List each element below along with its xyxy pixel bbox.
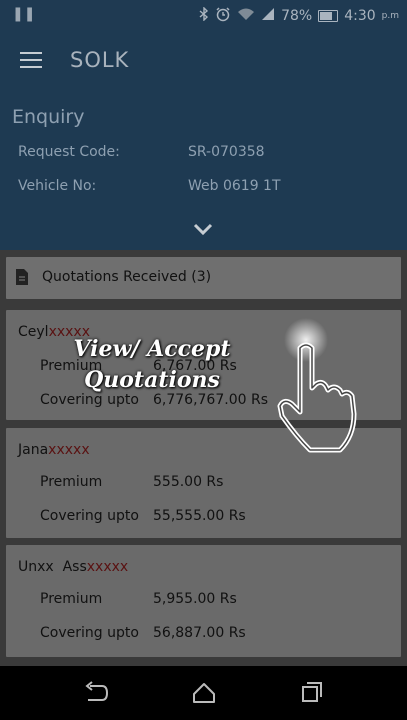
bluetooth-icon	[199, 6, 209, 25]
back-icon[interactable]	[82, 680, 110, 706]
covering-value: 56,887.00 Rs	[153, 625, 246, 641]
pause-icon: ❚❚	[12, 6, 36, 22]
enquiry-section: Enquiry Request Code: SR-070358 Vehicle …	[0, 92, 407, 250]
vehicle-no-value: Web 0619 1T	[188, 178, 281, 194]
covering-label: Covering upto	[40, 625, 139, 641]
document-icon	[16, 269, 28, 285]
signal-icon	[261, 7, 275, 25]
overlay-line-2: Quotations	[84, 367, 220, 393]
app-bar: SOLK	[0, 30, 407, 92]
recent-apps-icon[interactable]	[298, 680, 326, 706]
clock: 4:30	[344, 8, 376, 24]
overlay-line-1: View/ Accept	[73, 336, 231, 362]
company-name: Unxx Assxxxxx	[18, 559, 129, 575]
home-icon[interactable]	[190, 680, 218, 706]
battery-icon	[318, 10, 339, 22]
quotations-header[interactable]: Quotations Received (3)	[6, 257, 401, 299]
status-bar: ❚❚ 78% 4:30 p.m	[0, 0, 407, 30]
vehicle-no-label: Vehicle No:	[18, 178, 97, 194]
covering-label: Covering upto	[40, 508, 139, 524]
premium-value: 5,955.00 Rs	[153, 591, 237, 607]
tutorial-overlay-text: View/ Accept Quotations	[52, 334, 252, 396]
covering-value: 55,555.00 Rs	[153, 508, 246, 524]
status-icons: 78% 4:30 p.m	[199, 6, 399, 26]
premium-label: Premium	[40, 591, 103, 607]
chevron-down-icon[interactable]	[193, 222, 213, 236]
wifi-icon	[237, 7, 255, 25]
battery-percent: 78%	[281, 8, 313, 24]
premium-value: 555.00 Rs	[153, 474, 224, 490]
alarm-icon	[215, 6, 231, 26]
company-name: Janaxxxxx	[18, 442, 90, 458]
quotations-header-label: Quotations Received (3)	[42, 269, 212, 285]
app-title: SOLK	[70, 48, 130, 72]
premium-label: Premium	[40, 474, 103, 490]
enquiry-heading: Enquiry	[12, 106, 85, 128]
system-nav-bar	[0, 666, 407, 720]
tap-hand-icon	[277, 318, 357, 453]
clock-ampm: p.m	[381, 11, 399, 21]
request-code-value: SR-070358	[188, 144, 265, 160]
request-code-label: Request Code:	[18, 144, 120, 160]
quotation-card[interactable]: Unxx Assxxxxx Premium 5,955.00 Rs Coveri…	[6, 545, 401, 657]
menu-icon[interactable]	[20, 52, 42, 68]
